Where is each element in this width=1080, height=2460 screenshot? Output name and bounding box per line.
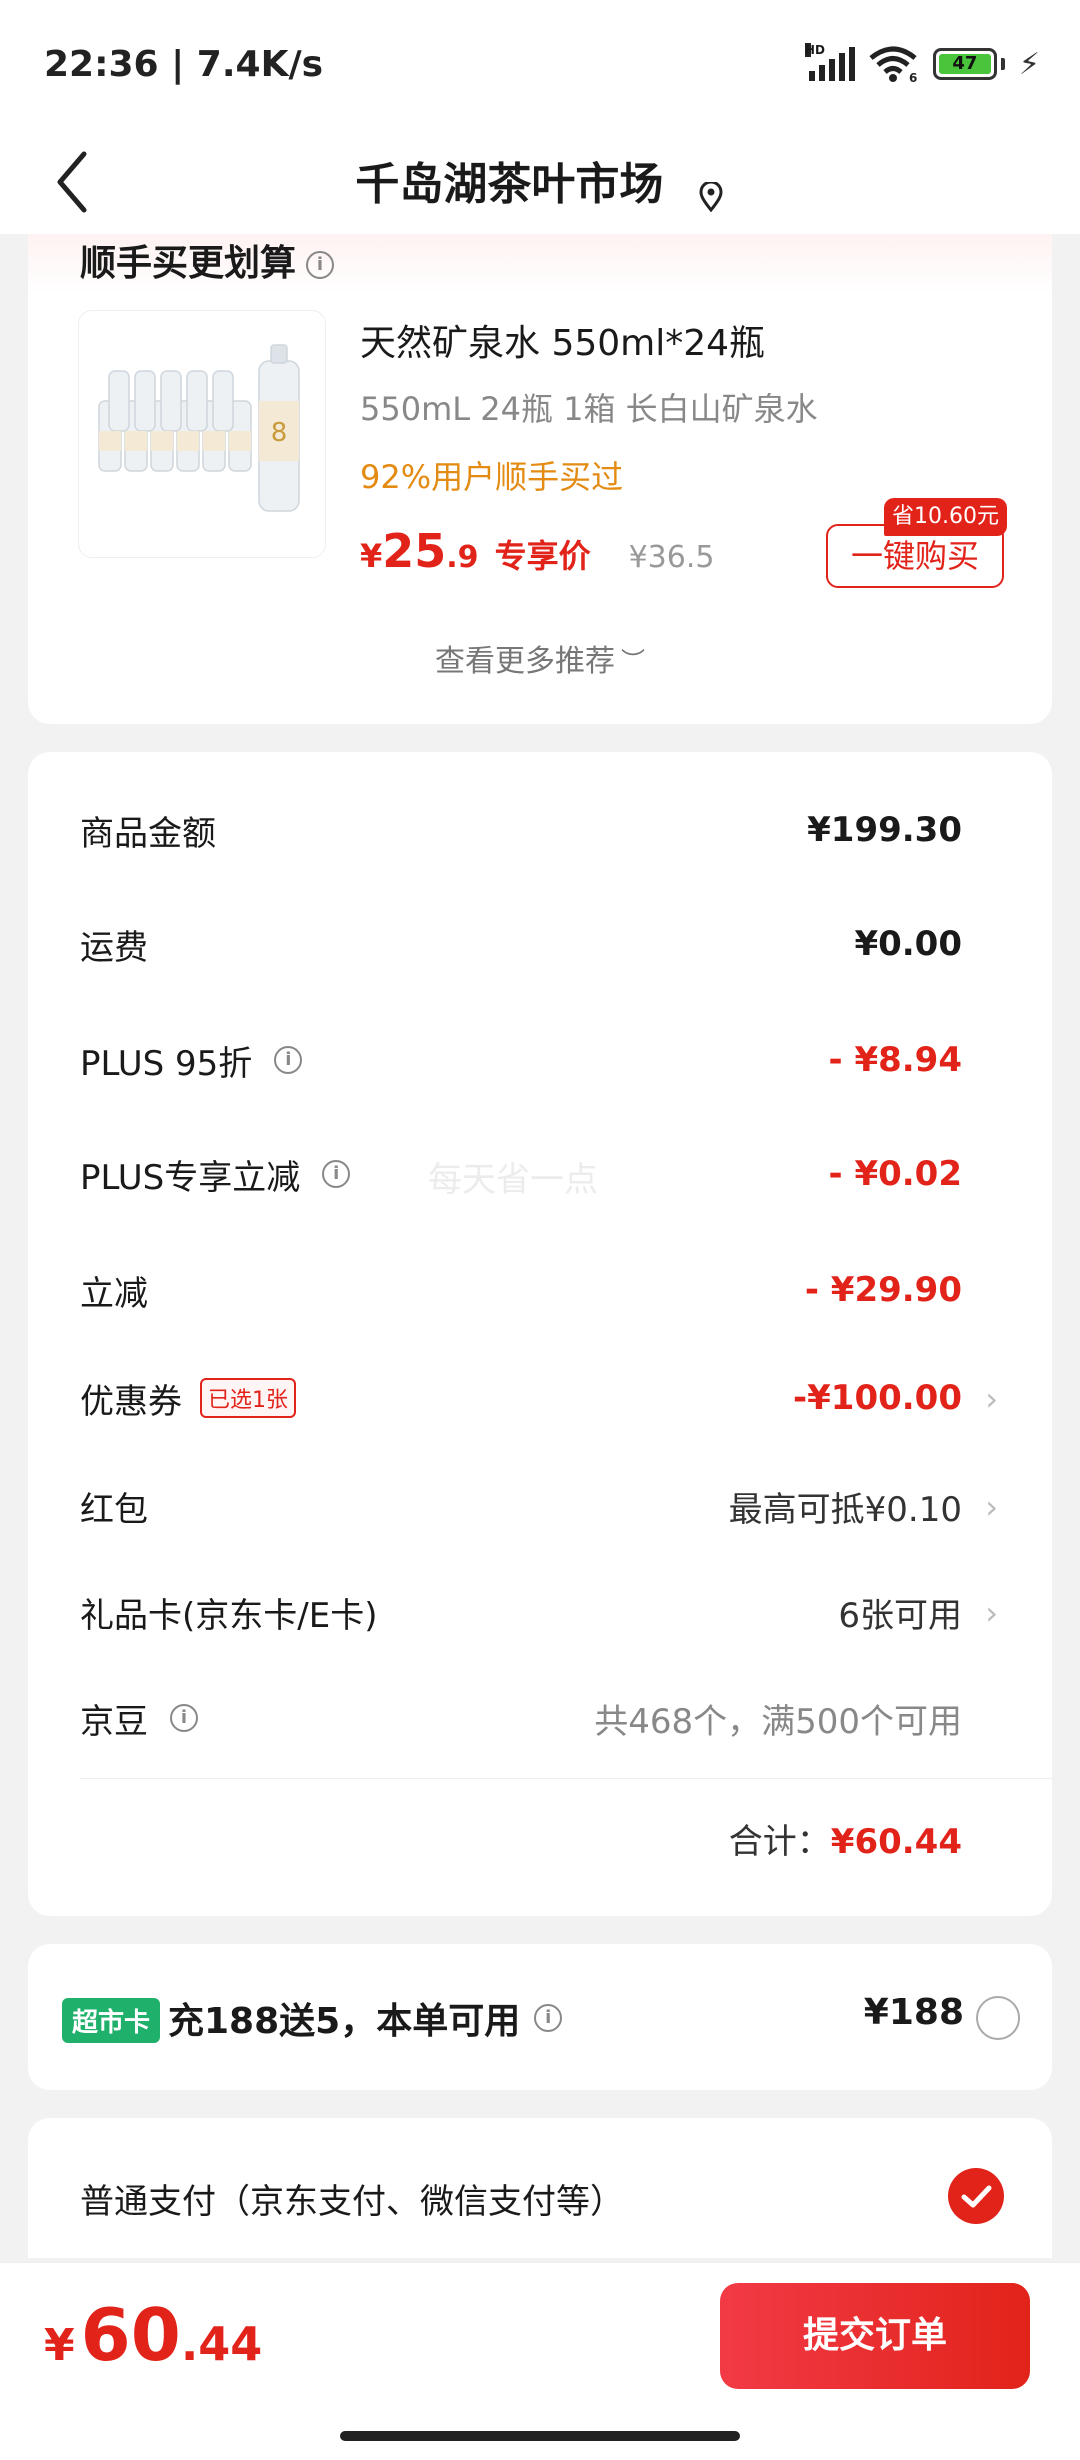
signal-icon: HD [804,43,855,81]
supermarket-card-tag: 超市卡 [62,1998,161,2043]
battery-icon: 47 [932,48,1005,80]
bottom-bar: ¥ 60 .44 提交订单 [0,2262,1080,2460]
location-icon[interactable] [697,172,725,213]
chevron-right-icon: › [985,1488,998,1526]
chevron-right-icon: › [985,1380,998,1418]
wifi-icon: 6 [869,46,919,85]
payment-method-card[interactable]: 普通支付（京东支付、微信支付等） [28,2118,1052,2258]
payable-amount: ¥ 60 .44 [44,2293,263,2377]
coupon-selected-tag: 已选1张 [200,1378,296,1418]
supermarket-price: ¥188 [863,1992,964,2033]
info-icon[interactable]: i [322,1160,351,1188]
info-icon[interactable]: i [534,2004,563,2032]
info-icon[interactable]: i [274,1046,303,1074]
summary-row-instant-discount: 立减 - ¥29.90 [80,1270,962,1314]
check-icon[interactable] [948,2168,1004,2224]
summary-row-red-packet[interactable]: 红包 最高可抵¥0.10 › [80,1476,998,1536]
page-title: 千岛湖茶叶市场 [0,148,1080,213]
more-recommend-link[interactable]: 查看更多推荐 ︶ [28,636,1052,680]
chevron-right-icon: › [985,1594,998,1632]
payment-method-label: 普通支付（京东支付、微信支付等） [80,2182,624,2222]
divider [80,1778,1052,1779]
chevron-down-icon: ︶ [621,647,645,675]
summary-row-plus-discount: PLUS 95折 i - ¥8.94 [80,1040,962,1084]
nav-bar: 千岛湖茶叶市场 [0,130,1080,234]
status-bar: 22:36 | 7.4K/s HD 6 47 ⚡ [0,0,1080,130]
original-price: ¥36.5 [628,540,715,575]
summary-row-shipping: 运费 ¥0.00 [80,924,962,968]
order-total: 合计：¥60.44 [728,1822,962,1862]
charging-icon: ⚡ [1018,46,1040,82]
summary-row-gift-card[interactable]: 礼品卡(京东卡/E卡) 6张可用 › [80,1582,998,1642]
submit-order-button[interactable]: 提交订单 [720,2283,1030,2389]
status-time: 22:36 | 7.4K/s [44,44,324,85]
product-image[interactable]: 8 [78,310,326,558]
watermark: 每天省一点 [428,1160,598,1200]
product-tip: 92%用户顺手买过 [360,458,624,496]
battery-level: 47 [938,54,991,74]
supermarket-offer-text: 充188送5，本单可用 i [168,1992,563,2044]
summary-row-jd-beans: 京豆 i 共468个，满500个可用 [80,1701,962,1742]
order-summary-card: 商品金额 ¥199.30 运费 ¥0.00 PLUS 95折 i - ¥8.94 … [28,752,1052,1916]
hd-badge: HD [804,43,825,57]
info-icon[interactable]: i [306,251,335,279]
svg-text:8: 8 [271,418,288,448]
price-label: 专享价 [494,537,591,575]
product-name[interactable]: 天然矿泉水 550ml*24瓶 [360,314,765,366]
summary-row-coupon[interactable]: 优惠券 已选1张 -¥100.00 › [80,1368,998,1428]
store-name: 千岛湖茶叶市场 [355,159,664,210]
supermarket-radio[interactable] [976,1996,1020,2040]
product-spec: 550mL 24瓶 1箱 长白山矿泉水 [360,390,818,428]
svg-text:6: 6 [909,71,917,82]
supermarket-card-offer[interactable]: 超市卡 充188送5，本单可用 i ¥188 [28,1944,1052,2090]
product-price: ¥ 25 .9 专享价 ¥36.5 [360,524,715,578]
summary-row-goods: 商品金额 ¥199.30 [80,810,962,854]
status-icons: HD 6 47 ⚡ [804,43,1040,85]
home-indicator[interactable] [340,2431,740,2441]
info-icon[interactable]: i [170,1704,198,1732]
recommend-title: 顺手买更划算 i [80,234,335,286]
save-badge: 省10.60元 [884,498,1007,536]
recommend-card: 顺手买更划算 i 8 天然矿泉水 550ml*24瓶 550mL 24瓶 1箱 … [28,234,1052,724]
